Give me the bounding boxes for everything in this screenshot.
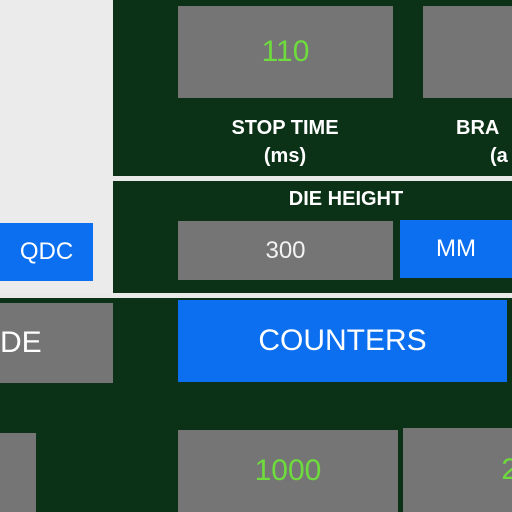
brake-label-clip: BRA (a xyxy=(456,114,512,174)
counter-value-box-2[interactable]: 2 xyxy=(403,428,512,512)
left-counter-box[interactable] xyxy=(0,433,36,512)
counters-button[interactable]: COUNTERS xyxy=(178,300,507,382)
counter-value-box-1[interactable]: 1000 xyxy=(178,430,398,512)
counters-button-label: COUNTERS xyxy=(258,324,427,357)
qdc-button[interactable]: QDC xyxy=(0,223,93,281)
divider-upper xyxy=(113,176,512,181)
stop-time-label: STOP TIME xyxy=(231,117,339,139)
stop-time-unit: (ms) xyxy=(263,145,307,167)
stop-time-value: 110 xyxy=(261,35,310,68)
brake-label: BRA xyxy=(456,117,500,139)
die-height-unit-label: MM xyxy=(436,235,476,262)
counter-value-2: 2 xyxy=(501,453,512,486)
counter-value-1: 1000 xyxy=(254,454,322,487)
die-height-value-box[interactable]: 300 xyxy=(178,221,393,280)
mode-button-label: DE xyxy=(0,326,42,359)
stop-time-label-block: STOP TIME (ms) xyxy=(185,114,385,170)
die-height-label: DIE HEIGHT xyxy=(288,188,404,210)
die-height-unit-button[interactable]: MM xyxy=(400,220,512,278)
stop-time-value-box[interactable]: 110 xyxy=(178,6,393,98)
mode-button[interactable]: DE xyxy=(0,303,113,383)
brake-unit: (a xyxy=(490,145,508,167)
divider-lower xyxy=(0,293,512,298)
qdc-button-label: QDC xyxy=(19,238,74,265)
brake-value-box[interactable] xyxy=(423,6,512,98)
die-height-value: 300 xyxy=(265,236,306,264)
